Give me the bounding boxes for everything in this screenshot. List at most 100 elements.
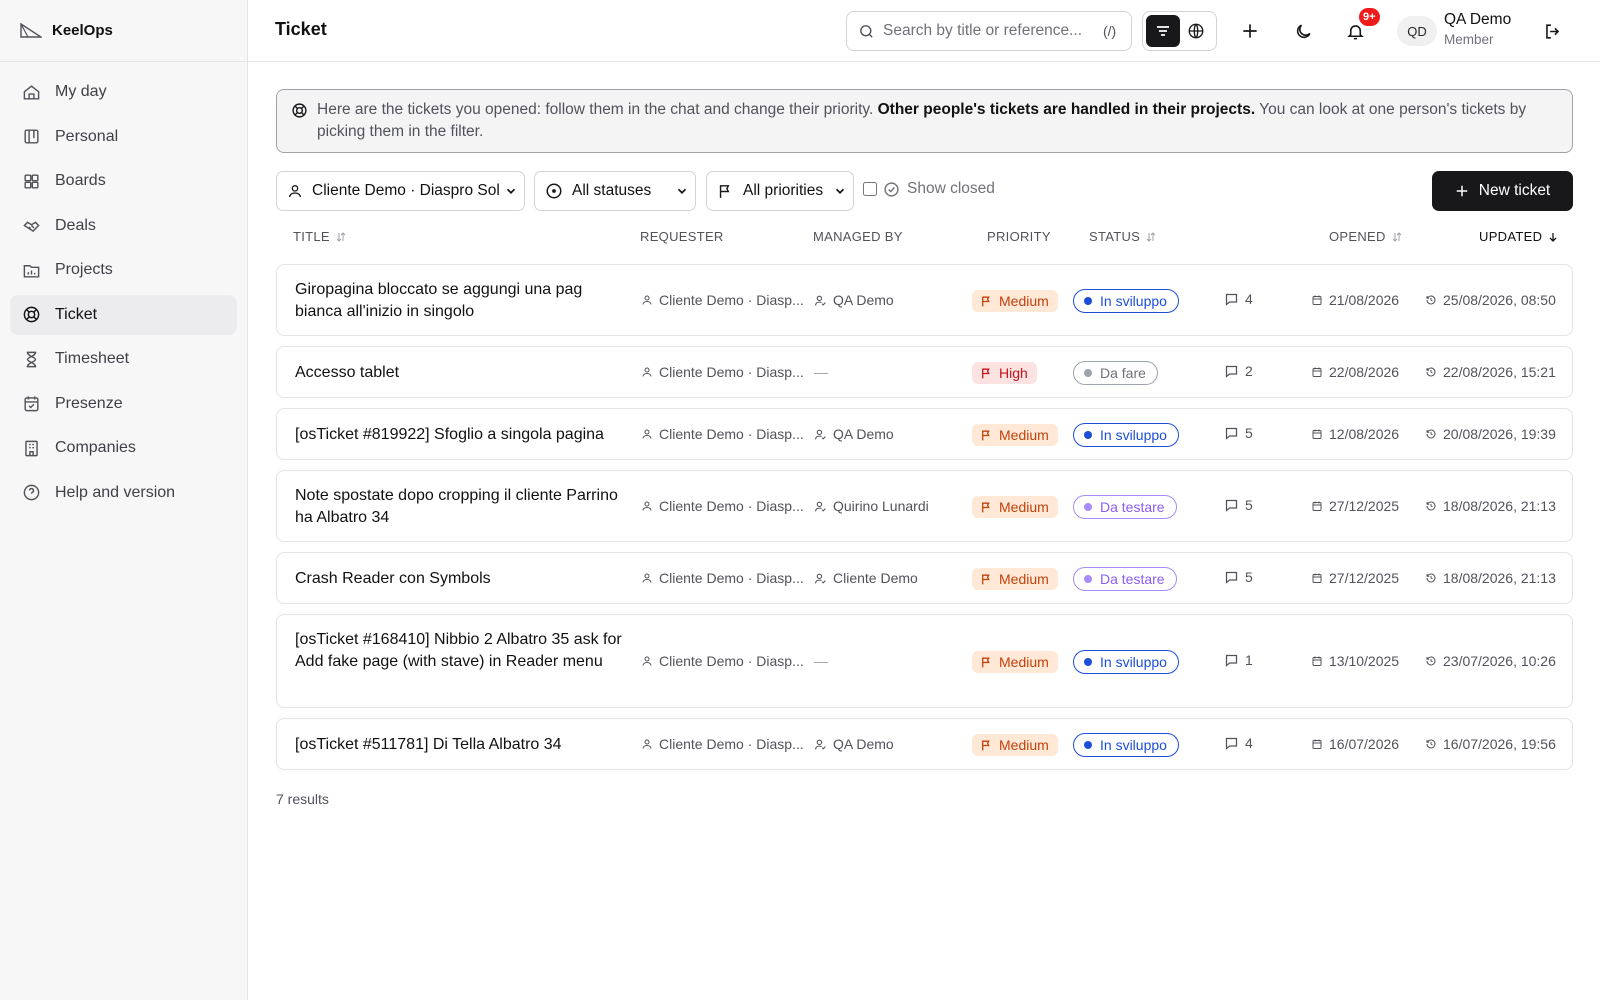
status-badge[interactable]: In sviluppo (1073, 650, 1179, 674)
ticket-managed-by-text: — (814, 653, 828, 669)
status-badge-label: In sviluppo (1100, 427, 1167, 443)
flag-icon (982, 368, 990, 378)
priority-badge[interactable]: Medium (972, 290, 1058, 312)
sidebar-item-presenze[interactable]: Presenze (10, 384, 237, 424)
brand[interactable]: KeelOps (0, 0, 247, 62)
ticket-updated-date: 23/07/2026, 10:26 (1443, 653, 1556, 669)
global-view-button[interactable] (1180, 15, 1214, 47)
column-managed-by: MANAGED BY (813, 229, 903, 244)
sidebar-item-timesheet[interactable]: Timesheet (10, 339, 237, 379)
sort-icon (336, 231, 346, 242)
ticket-updated-date: 16/07/2026, 19:56 (1443, 736, 1556, 752)
status-badge[interactable]: In sviluppo (1073, 289, 1179, 313)
ticket-title[interactable]: Giropagina bloccato se aggungi una pag b… (295, 279, 625, 323)
status-badge[interactable]: Da testare (1073, 495, 1177, 519)
sidebar-item-my-day[interactable]: My day (10, 72, 237, 112)
status-dot (1084, 369, 1092, 377)
user-icon (642, 429, 652, 439)
search-input[interactable] (883, 22, 1103, 40)
sidebar-item-label: Presenze (55, 394, 123, 412)
avatar[interactable]: QD (1397, 16, 1437, 46)
sidebar-item-label: Help and version (55, 483, 176, 501)
column-managed-by-label: MANAGED BY (813, 229, 903, 244)
priority-select[interactable]: All priorities (706, 171, 854, 211)
user-icon (642, 367, 652, 377)
table-row[interactable]: Giropagina bloccato se aggungi una pag b… (276, 264, 1573, 336)
user-icon (642, 501, 652, 511)
user-icon (642, 656, 652, 666)
calendar-icon (1312, 739, 1322, 749)
results-count: 7 results (276, 791, 329, 807)
info-text: Here are the tickets you opened: follow … (317, 101, 878, 118)
ticket-title[interactable]: [osTicket #168410] Nibbio 2 Albatro 35 a… (295, 629, 625, 673)
sort-icon (1392, 231, 1402, 242)
sidebar-item-help-and-version[interactable]: Help and version (10, 473, 237, 513)
requester-select[interactable]: Cliente Demo · Diaspro Sol (276, 171, 525, 211)
theme-toggle[interactable] (1289, 17, 1317, 45)
ticket-opened-date: 16/07/2026 (1329, 736, 1400, 752)
status-badge[interactable]: In sviluppo (1073, 423, 1179, 447)
search-box[interactable]: (/) (846, 11, 1132, 51)
column-opened[interactable]: OPENED (1329, 229, 1403, 244)
priority-badge[interactable]: Medium (972, 424, 1058, 446)
add-button[interactable] (1236, 17, 1264, 45)
priority-badge[interactable]: Medium (972, 568, 1058, 590)
comment-icon (1225, 654, 1238, 667)
table-row[interactable]: [osTicket #819922] Sfoglio a singola pag… (276, 408, 1573, 460)
ticket-managed-by-text: Quirino Lunardi (833, 498, 929, 514)
ticket-updated: 18/08/2026, 21:13 (1425, 498, 1556, 514)
status-badge-label: In sviluppo (1100, 293, 1167, 309)
sidebar-item-ticket[interactable]: Ticket (10, 294, 237, 335)
comment-count: 5 (1224, 497, 1253, 513)
chevron-down-icon (835, 188, 845, 194)
sidebar-item-projects[interactable]: Projects (10, 250, 237, 290)
priority-badge[interactable]: Medium (972, 734, 1058, 756)
user-check-icon (815, 295, 826, 306)
status-dot (1084, 741, 1092, 749)
logout-button[interactable] (1538, 17, 1566, 45)
table-row[interactable]: Accesso tablet Cliente Demo · Diasp... — Hi… (276, 346, 1573, 398)
sidebar-item-personal[interactable]: Personal (10, 117, 237, 157)
ticket-managed-by-text: QA Demo (833, 426, 894, 442)
status-badge[interactable]: Da testare (1073, 567, 1177, 591)
sidebar-item-companies[interactable]: Companies (10, 428, 237, 468)
priority-badge[interactable]: Medium (972, 496, 1058, 518)
table-row[interactable]: [osTicket #511781] Di Tella Albatro 34 Cl… (276, 718, 1573, 770)
ticket-title[interactable]: Note spostate dopo cropping il cliente P… (295, 485, 625, 529)
status-select[interactable]: All statuses (534, 171, 696, 211)
column-title[interactable]: TITLE (293, 229, 347, 244)
calendar-icon (1312, 429, 1322, 439)
search-shortcut: (/) (1103, 23, 1117, 39)
handshake-icon (23, 221, 40, 232)
ticket-title[interactable]: [osTicket #819922] Sfoglio a singola pag… (295, 424, 625, 446)
table-row[interactable]: [osTicket #168410] Nibbio 2 Albatro 35 a… (276, 614, 1573, 708)
ticket-title[interactable]: Crash Reader con Symbols (295, 568, 625, 590)
priority-badge[interactable]: Medium (972, 651, 1058, 673)
user-icon (289, 185, 301, 198)
table-row[interactable]: Crash Reader con Symbols Cliente Demo · D… (276, 552, 1573, 604)
show-closed-checkbox[interactable] (863, 182, 877, 196)
table-row[interactable]: Note spostate dopo cropping il cliente P… (276, 470, 1573, 542)
moon-icon (1296, 23, 1311, 38)
ticket-managed-by-text: QA Demo (833, 292, 894, 308)
sidebar-item-boards[interactable]: Boards (10, 161, 237, 201)
show-closed-toggle[interactable]: Show closed (863, 180, 995, 198)
priority-badge-label: Medium (999, 427, 1049, 443)
priority-badge-label: High (999, 365, 1028, 381)
priority-badge[interactable]: High (972, 362, 1037, 384)
new-ticket-button[interactable]: New ticket (1432, 171, 1573, 211)
sidebar-item-label: Deals (55, 216, 96, 234)
status-badge[interactable]: In sviluppo (1073, 733, 1179, 757)
column-requester: REQUESTER (640, 229, 724, 244)
ticket-updated-date: 20/08/2026, 19:39 (1443, 426, 1556, 442)
ticket-list: Giropagina bloccato se aggungi una pag b… (276, 264, 1573, 780)
ticket-title[interactable]: [osTicket #511781] Di Tella Albatro 34 (295, 734, 625, 756)
comment-count-value: 5 (1245, 425, 1253, 441)
filter-view-button[interactable] (1146, 15, 1180, 47)
ticket-requester: Cliente Demo · Diasp... (641, 498, 804, 514)
status-badge[interactable]: Da fare (1073, 361, 1158, 385)
ticket-title[interactable]: Accesso tablet (295, 362, 625, 384)
sidebar-item-deals[interactable]: Deals (10, 206, 237, 246)
column-updated[interactable]: UPDATED (1479, 229, 1559, 244)
column-status[interactable]: STATUS (1089, 229, 1157, 244)
